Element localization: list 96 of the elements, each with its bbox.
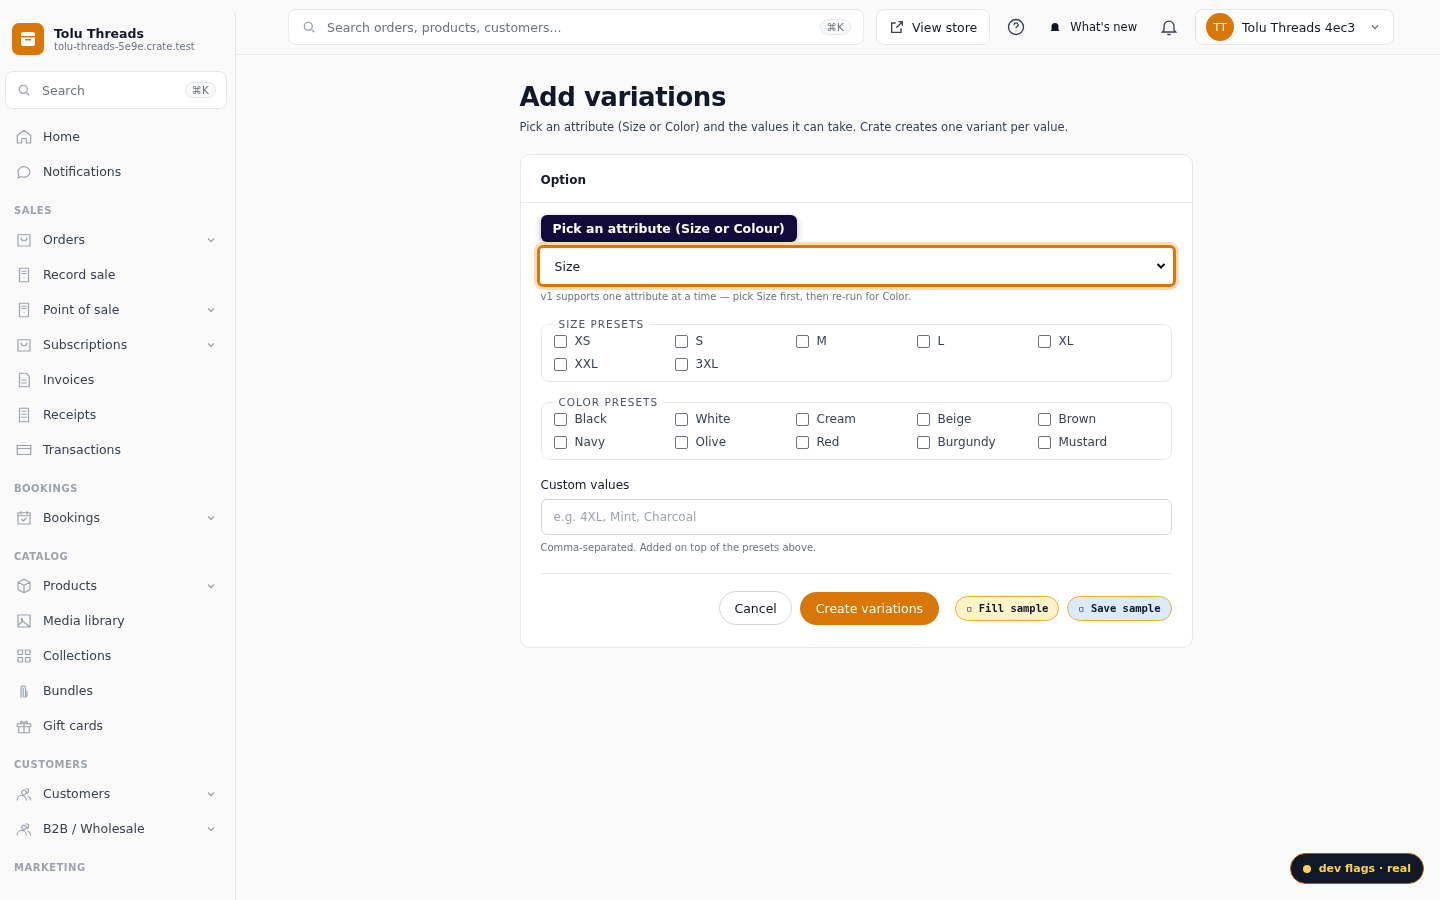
nav-item-icon xyxy=(15,127,33,146)
shortcut-hint: ⌘K xyxy=(819,19,851,35)
store-domain: tolu-threads-5e9e.crate.test xyxy=(54,41,195,52)
checkbox-label: XL xyxy=(1058,334,1074,348)
store-name: Tolu Threads xyxy=(54,26,145,41)
help-icon[interactable] xyxy=(1006,17,1027,37)
checkbox[interactable] xyxy=(1037,435,1051,449)
checkbox[interactable] xyxy=(674,357,688,371)
preset-group-legend: COLOR PRESETS xyxy=(553,396,664,408)
checkbox[interactable] xyxy=(553,435,567,449)
checkbox[interactable] xyxy=(1037,334,1051,348)
global-search-box[interactable]: Search orders, products, customers... ⌘K xyxy=(288,9,864,45)
card-title: Option xyxy=(540,173,586,187)
nav-item[interactable]: Notifications xyxy=(5,154,227,189)
nav-section-heading: SALES xyxy=(13,204,53,218)
nav-item[interactable]: B2B / Wholesale xyxy=(5,811,227,846)
nav-item[interactable]: Media library xyxy=(5,603,227,638)
checkbox-label: S xyxy=(695,334,704,348)
sidebar-search-box[interactable]: Search ⌘K xyxy=(5,71,227,109)
nav-item[interactable]: Customers xyxy=(5,776,227,811)
preset-group-legend: SIZE PRESETS xyxy=(553,318,650,330)
checkbox-label: Brown xyxy=(1058,412,1097,426)
attribute-select[interactable]: Size xyxy=(536,245,1176,287)
checkbox-label: Beige xyxy=(937,412,972,426)
custom-values-help-text: Comma-separated. Added on top of the presets above. xyxy=(540,542,1172,574)
checkbox-label: XXL xyxy=(574,357,598,371)
save-sample-button[interactable]: ▫ Save sample xyxy=(1067,595,1172,621)
external-link-icon xyxy=(889,19,905,35)
nav-item[interactable]: Gift cards xyxy=(5,708,227,743)
checkbox-label: Olive xyxy=(695,435,727,449)
checkbox-label: Burgundy xyxy=(937,435,996,449)
nav-section-heading: CATALOG xyxy=(13,550,70,564)
nav-section-heading: CUSTOMERS xyxy=(13,758,90,772)
attribute-help-text: v1 supports one attribute at a time — pick Size first, then re-run for Color. xyxy=(540,291,912,302)
checkbox-label: White xyxy=(695,412,731,426)
checkbox[interactable] xyxy=(674,334,688,348)
checkbox-label: Navy xyxy=(574,435,606,449)
nav-item-icon xyxy=(15,576,33,595)
account-name: Tolu Threads 4ec3 xyxy=(1242,19,1356,35)
dev-flags-badge[interactable]: dev flags · real xyxy=(1289,853,1424,884)
view-store-button[interactable]: View store xyxy=(876,9,991,45)
nav-item[interactable]: Bookings xyxy=(5,500,227,535)
nav-item[interactable]: Home xyxy=(5,119,227,154)
search-icon xyxy=(16,82,32,98)
checkbox[interactable] xyxy=(795,435,809,449)
shortcut-hint: ⌘K xyxy=(184,82,216,98)
page-title: Add variations xyxy=(519,82,727,112)
status-dot-icon xyxy=(1302,864,1311,873)
checkbox[interactable] xyxy=(795,334,809,348)
nav-item[interactable]: Receipts xyxy=(5,397,227,432)
checkbox[interactable] xyxy=(553,357,567,371)
nav-item[interactable]: Subscriptions xyxy=(5,327,227,362)
avatar: TT xyxy=(1206,13,1235,41)
sidebar-search-field[interactable]: Search xyxy=(42,72,175,108)
store-logo-icon xyxy=(12,23,44,55)
checkbox[interactable] xyxy=(916,435,930,449)
checkbox[interactable] xyxy=(553,412,567,426)
checkbox[interactable] xyxy=(1037,412,1051,426)
nav-item[interactable]: Invoices xyxy=(5,362,227,397)
nav-item-icon xyxy=(15,611,33,630)
checkbox-label: XS xyxy=(574,334,591,348)
custom-values-field[interactable]: e.g. 4XL, Mint, Charcoal xyxy=(540,499,1172,535)
nav-section-heading: BOOKINGS xyxy=(13,482,79,496)
search-icon xyxy=(301,19,317,35)
fill-sample-button[interactable]: ▫ Fill sample xyxy=(955,595,1060,621)
checkbox-label: Mustard xyxy=(1058,435,1108,449)
checkbox[interactable] xyxy=(916,412,930,426)
nav-item[interactable]: Products xyxy=(5,568,227,603)
cancel-button[interactable]: Cancel xyxy=(719,591,792,625)
checkbox-label: L xyxy=(937,334,945,348)
dev-flags-label: dev flags · real xyxy=(1318,862,1411,875)
checkbox-label: 3XL xyxy=(695,357,719,371)
checkbox[interactable] xyxy=(553,334,567,348)
tooltip: Pick an attribute (Size or Colour) xyxy=(540,215,797,242)
checkbox[interactable] xyxy=(674,435,688,449)
custom-values-label: Custom values xyxy=(540,478,631,492)
checkbox-label: Red xyxy=(816,435,840,449)
nav-item[interactable]: Orders xyxy=(5,222,227,257)
checkbox-label: Cream xyxy=(816,412,856,426)
nav-item[interactable]: Record sale xyxy=(5,257,227,292)
whats-new-button[interactable]: What's new xyxy=(1042,20,1144,34)
checkbox[interactable] xyxy=(674,412,688,426)
page-subtitle: Pick an attribute (Size or Color) and the values it can take. Crate creates one variant per value. xyxy=(519,120,1070,134)
nav-item[interactable]: Point of sale xyxy=(5,292,227,327)
nav-item-icon xyxy=(15,508,33,527)
nav-item[interactable]: Collections xyxy=(5,638,227,673)
nav-section-heading: MARKETING xyxy=(13,861,87,875)
nav-item[interactable]: Bundles xyxy=(5,673,227,708)
checkbox-label: M xyxy=(816,334,827,348)
checkbox[interactable] xyxy=(916,334,930,348)
global-search-field[interactable]: Search orders, products, customers... xyxy=(327,10,810,44)
account-menu-button[interactable]: TT Tolu Threads 4ec3 xyxy=(1195,9,1395,45)
nav-item-icon xyxy=(15,646,33,665)
checkbox[interactable] xyxy=(795,412,809,426)
checkbox-label: Black xyxy=(574,412,607,426)
nav-item[interactable]: Transactions xyxy=(5,432,227,467)
